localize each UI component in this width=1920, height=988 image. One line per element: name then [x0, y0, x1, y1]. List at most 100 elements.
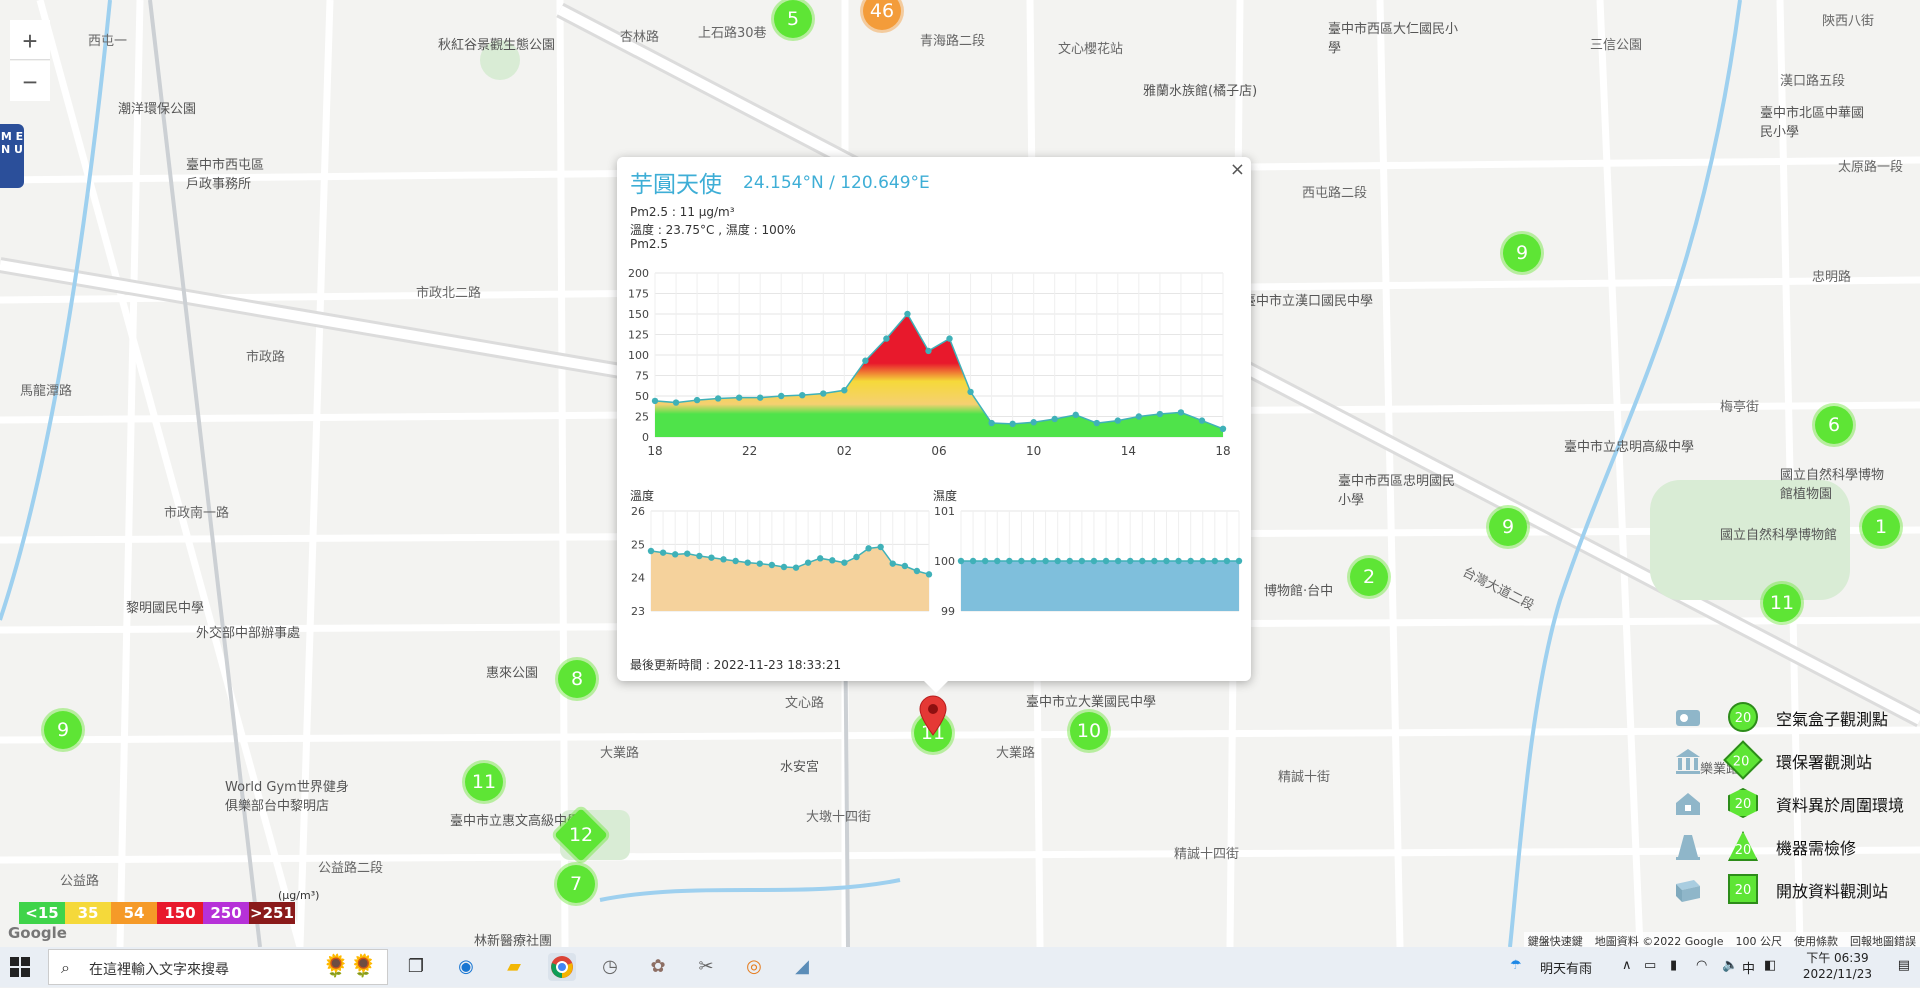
data-point — [720, 556, 727, 563]
station-cluster-marker[interactable]: 2 — [1350, 558, 1388, 596]
station-name: 芋圓天使 — [630, 172, 722, 198]
map-label: 三信公園 — [1590, 38, 1643, 53]
notification-icon[interactable]: ▤ — [1898, 958, 1910, 973]
last-updated: 最後更新時間 : 2022-11-23 18:33:21 — [630, 658, 842, 672]
data-point — [946, 335, 953, 342]
app-icon[interactable]: ◢ — [788, 953, 816, 981]
map-label: 雅蘭水族館(橘子店) — [1143, 84, 1258, 99]
y-tick-label: 200 — [628, 267, 649, 280]
map-label: 潮洋環保公園 — [118, 102, 197, 117]
y-tick-label: 150 — [628, 308, 649, 321]
y-tick-label: 23 — [631, 605, 645, 618]
map-label: 青海路二段 — [920, 34, 986, 49]
chrome-logo-icon — [551, 956, 573, 978]
clock-time: 下午 06:39 — [1806, 951, 1869, 965]
data-point — [817, 555, 824, 562]
station-cluster-marker[interactable]: 8 — [558, 660, 596, 698]
station-cluster-marker[interactable]: 6 — [1815, 406, 1853, 444]
airbox-icon — [1676, 710, 1700, 726]
map-label: World Gym世界健身俱樂部台中黎明店 — [225, 780, 349, 814]
data-point — [1177, 409, 1185, 416]
ime-indicator[interactable]: 中 — [1742, 958, 1755, 977]
y-tick-label: 24 — [631, 572, 645, 585]
edge-browser-icon[interactable]: ◉ — [452, 953, 480, 981]
area-fill — [961, 561, 1239, 611]
map-label: 文心櫻花站 — [1058, 42, 1124, 57]
clock-app-icon[interactable]: ◷ — [596, 953, 624, 981]
chrome-browser-icon[interactable] — [548, 953, 576, 981]
x-tick-label: 10 — [1026, 444, 1041, 457]
data-point — [969, 557, 977, 565]
zoom-out-button[interactable]: − — [10, 61, 50, 101]
x-tick-label: 02 — [837, 444, 852, 457]
map-label: 臺中市西區大仁國民小學 — [1328, 22, 1459, 56]
map-label: 臺中市西區忠明國民小學 — [1338, 474, 1456, 508]
epa-building-icon — [1676, 749, 1700, 774]
app-icon[interactable]: ✿ — [644, 953, 672, 981]
map-label: 漢口路五段 — [1780, 74, 1846, 89]
y-tick-label: 175 — [628, 288, 649, 301]
windows-start-icon[interactable] — [10, 957, 30, 977]
station-cluster-marker[interactable]: 11 — [1763, 584, 1801, 622]
data-point — [865, 545, 872, 552]
x-tick-label: 22 — [742, 444, 757, 457]
x-tick-label: 14 — [1121, 444, 1136, 457]
menu-tab[interactable]: M E N U — [0, 124, 24, 188]
volume-icon[interactable]: 🔈 — [1722, 958, 1738, 973]
weather-text[interactable]: 明天有雨 — [1540, 958, 1592, 977]
data-point — [1198, 417, 1206, 424]
data-point — [804, 559, 812, 566]
data-point — [1051, 415, 1058, 423]
data-point — [647, 547, 655, 555]
x-tick-label: 18 — [1215, 444, 1230, 457]
station-cluster-marker[interactable]: 1 — [1862, 508, 1900, 546]
close-icon[interactable]: × — [1230, 159, 1245, 180]
y-tick-label: 50 — [635, 390, 649, 403]
task-view-icon[interactable]: ❐ — [402, 953, 430, 981]
map-label: 精誠十街 — [1278, 770, 1331, 785]
data-point — [732, 557, 739, 565]
station-cluster-marker[interactable]: 10 — [1070, 712, 1108, 750]
station-cluster-marker[interactable]: 9 — [1503, 234, 1541, 272]
location-pin-icon[interactable] — [918, 694, 948, 736]
data-point — [883, 335, 890, 342]
taskbar-search-input[interactable]: ⌕ 在這裡輸入文字來搜尋 🌻🌻 — [48, 949, 388, 985]
map-label: 忠明路 — [1812, 270, 1852, 285]
map-label: 國立自然科學博物館 — [1720, 528, 1838, 543]
snipping-tool-icon[interactable]: ✂ — [692, 953, 720, 981]
data-point — [693, 396, 701, 404]
map-label: 西屯一 — [88, 34, 128, 49]
search-placeholder: 在這裡輸入文字來搜尋 — [89, 962, 229, 978]
data-point — [1093, 419, 1100, 427]
y-tick-label: 125 — [628, 329, 649, 342]
system-clock[interactable]: 下午 06:39 2022/11/23 — [1803, 950, 1872, 982]
ime-mode-icon[interactable]: ◧ — [1764, 958, 1776, 973]
data-point — [1078, 557, 1086, 565]
data-point — [1163, 557, 1170, 565]
data-point — [744, 559, 751, 566]
data-point — [672, 399, 680, 406]
tray-chevron-icon[interactable]: ∧ — [1622, 958, 1632, 973]
map-label: 公益路 — [60, 874, 100, 889]
data-point — [735, 394, 743, 401]
data-point — [1102, 557, 1110, 565]
wifi-icon[interactable]: ◠ — [1696, 958, 1707, 973]
network-icon[interactable]: ▭ — [1644, 958, 1656, 973]
station-cluster-marker[interactable]: 11 — [465, 763, 503, 801]
station-cluster-marker[interactable]: 7 — [557, 865, 595, 903]
data-point — [696, 552, 703, 560]
legend-marker: 20 — [1723, 740, 1763, 780]
map-label: 黎明國民中學 — [126, 601, 205, 616]
blender-icon[interactable]: ◎ — [740, 953, 768, 981]
station-cluster-marker[interactable]: 5 — [774, 0, 812, 38]
station-cluster-marker[interactable]: 9 — [44, 711, 82, 749]
battery-icon[interactable]: ▮ — [1670, 958, 1677, 973]
weather-icon: ☂ — [1510, 958, 1522, 973]
data-point — [988, 419, 995, 427]
file-explorer-icon[interactable]: ▰ — [500, 953, 528, 981]
zoom-in-button[interactable]: + — [10, 20, 50, 60]
data-point — [1072, 411, 1079, 419]
legend-label: 環保署觀測站 — [1776, 753, 1873, 772]
station-cluster-marker[interactable]: 9 — [1489, 508, 1527, 546]
data-point — [1030, 419, 1037, 426]
